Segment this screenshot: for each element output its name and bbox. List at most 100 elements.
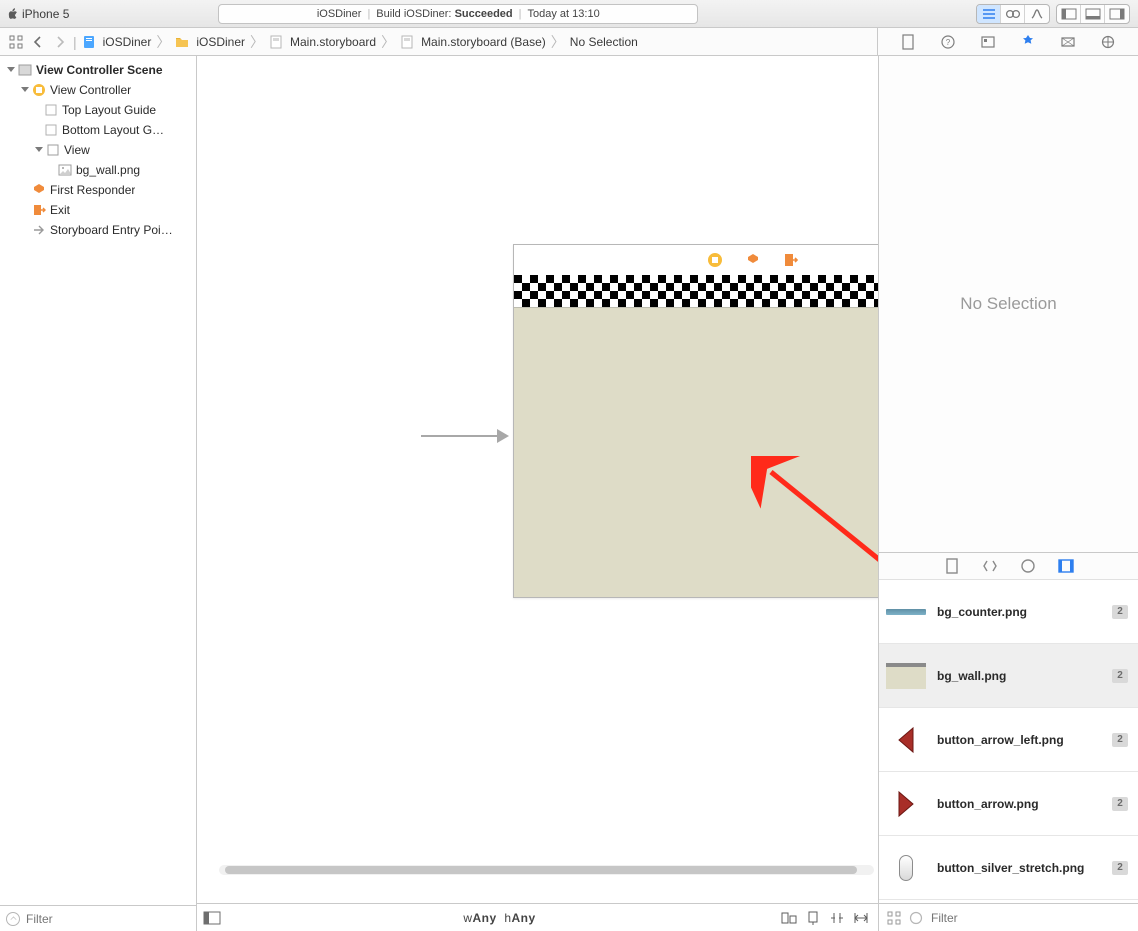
library-item[interactable]: bg_wall.png 2 (879, 644, 1138, 708)
exit-icon (32, 203, 46, 217)
grid-view-icon[interactable] (887, 911, 901, 925)
resizing-icon[interactable] (852, 910, 870, 926)
library-thumb (885, 597, 927, 627)
panel-visibility-segmented[interactable] (1056, 4, 1130, 24)
library-item[interactable]: bg_counter.png 2 (879, 580, 1138, 644)
file-inspector-icon[interactable] (900, 34, 916, 50)
filter-scope-icon[interactable] (909, 911, 923, 925)
library-thumb (885, 789, 927, 819)
status-project: iOSDiner (317, 8, 362, 20)
bottom-panel-toggle-icon[interactable] (1081, 5, 1105, 23)
outline-top-guide[interactable]: Top Layout Guide (0, 100, 196, 120)
pin-icon[interactable] (804, 910, 822, 926)
scene-header[interactable] (514, 245, 878, 275)
svg-text:?: ? (946, 38, 951, 47)
library-thumb (885, 725, 927, 755)
assistant-editor-icon[interactable] (1001, 5, 1025, 23)
status-time: Today at 13:10 (528, 8, 600, 20)
wall-image[interactable] (514, 307, 878, 597)
disclosure-triangle-icon[interactable] (20, 85, 30, 95)
editor-mode-segmented[interactable] (976, 4, 1050, 24)
right-panel-toggle-icon[interactable] (1105, 5, 1129, 23)
left-panel-toggle-icon[interactable] (1057, 5, 1081, 23)
library-filter-input[interactable] (931, 911, 1130, 925)
code-snippet-library-icon[interactable] (981, 557, 999, 575)
arrow-right-icon (32, 223, 46, 237)
image-icon (58, 163, 72, 177)
connections-inspector-icon[interactable] (1100, 34, 1116, 50)
folder-icon (175, 35, 189, 49)
outline-entry-point[interactable]: Storyboard Entry Poi… (0, 220, 196, 240)
outline-view[interactable]: View (0, 140, 196, 160)
outline-filter[interactable] (0, 905, 196, 931)
attributes-inspector-icon[interactable] (1020, 34, 1036, 50)
disclosure-triangle-icon[interactable] (6, 65, 16, 75)
outline-viewcontroller[interactable]: View Controller (0, 80, 196, 100)
media-library-list: bg_counter.png 2 bg_wall.png 2 button_ar… (879, 580, 1138, 903)
size-inspector-icon[interactable] (1060, 34, 1076, 50)
breadcrumb-item[interactable]: Main.storyboard (267, 35, 378, 49)
library-item[interactable]: button_arrow_left.png 2 (879, 708, 1138, 772)
breadcrumb-item[interactable]: Main.storyboard (Base) (398, 35, 548, 49)
apple-icon (8, 8, 18, 20)
size-class-control[interactable]: wAny hAny (227, 911, 772, 925)
view-controller-scene[interactable] (513, 244, 878, 598)
library-filter[interactable] (879, 903, 1138, 931)
library-badge: 2 (1112, 861, 1128, 875)
file-template-library-icon[interactable] (943, 557, 961, 575)
first-responder-icon (745, 252, 761, 268)
outline-scene[interactable]: View Controller Scene (0, 60, 196, 80)
library-tabs (879, 552, 1138, 580)
outline-first-responder[interactable]: First Responder (0, 180, 196, 200)
disclosure-triangle-icon[interactable] (34, 145, 44, 155)
utilities-panel: No Selection bg_counter.png 2 bg_wall.pn… (878, 56, 1138, 931)
standard-editor-icon[interactable] (977, 5, 1001, 23)
library-badge: 2 (1112, 669, 1128, 683)
forward-button[interactable] (50, 32, 70, 52)
checker-strip (514, 275, 878, 307)
canvas-area[interactable] (197, 56, 878, 903)
media-library-icon[interactable] (1057, 557, 1075, 575)
activity-status-bar[interactable]: iOSDiner | Build iOSDiner: Succeeded | T… (218, 4, 698, 24)
help-inspector-icon[interactable]: ? (940, 34, 956, 50)
scrollbar-thumb[interactable] (225, 866, 857, 874)
version-editor-icon[interactable] (1025, 5, 1049, 23)
resolve-issues-icon[interactable] (828, 910, 846, 926)
breadcrumb-item[interactable]: iOSDiner (173, 35, 247, 49)
outline-imageview[interactable]: bg_wall.png (0, 160, 196, 180)
inspector-empty: No Selection (879, 56, 1138, 552)
layout-guide-icon (44, 103, 58, 117)
viewcontroller-icon (32, 83, 46, 97)
library-badge: 2 (1112, 605, 1128, 619)
library-thumb (885, 661, 927, 691)
project-icon (82, 35, 96, 49)
status-action: Build iOSDiner: Succeeded (376, 8, 512, 20)
related-items-icon[interactable] (6, 32, 26, 52)
breadcrumb-item[interactable]: iOSDiner (80, 35, 154, 49)
storyboard-icon (269, 35, 283, 49)
outline-toggle-button[interactable] (197, 911, 227, 925)
filter-input[interactable] (26, 912, 190, 926)
library-item[interactable]: button_silver_stretch.png 2 (879, 836, 1138, 900)
back-button[interactable] (28, 32, 48, 52)
library-badge: 2 (1112, 733, 1128, 747)
scene-icon (18, 63, 32, 77)
library-thumb (885, 853, 927, 883)
document-outline: View Controller Scene View Controller To… (0, 56, 197, 931)
object-library-icon[interactable] (1019, 557, 1037, 575)
library-badge: 2 (1112, 797, 1128, 811)
identity-inspector-icon[interactable] (980, 34, 996, 50)
jump-bar: | iOSDiner 〉 iOSDiner 〉 Main.storyboard … (0, 28, 1138, 56)
align-icon[interactable] (780, 910, 798, 926)
horizontal-scrollbar[interactable] (219, 865, 874, 875)
breadcrumb-item[interactable]: No Selection (568, 35, 640, 49)
first-responder-icon (32, 183, 46, 197)
outline-exit[interactable]: Exit (0, 200, 196, 220)
outline-bottom-guide[interactable]: Bottom Layout G… (0, 120, 196, 140)
entry-point-arrow-icon (419, 426, 511, 446)
inspector-tabs: ? (878, 28, 1138, 55)
filter-scope-icon[interactable] (6, 912, 20, 926)
library-item[interactable]: button_arrow.png 2 (879, 772, 1138, 836)
scheme-selector[interactable]: iPhone 5 (8, 7, 69, 21)
view-icon (46, 143, 60, 157)
